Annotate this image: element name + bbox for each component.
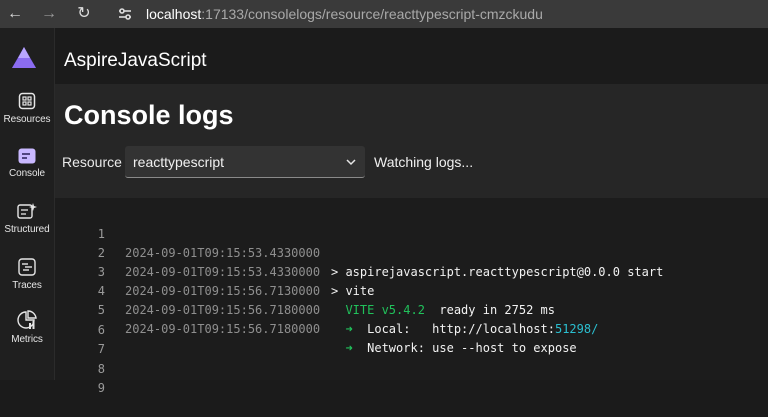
nav-item-structured[interactable]: Structured: [0, 202, 54, 235]
ready-text: ready in 2752 ms: [424, 303, 555, 317]
network-text: Network: use --host to expose: [352, 341, 577, 355]
line-number: 9: [97, 381, 105, 395]
nav-item-console[interactable]: Console: [0, 148, 54, 179]
app-title[interactable]: AspireJavaScript: [64, 50, 207, 72]
console-icon: [18, 148, 36, 164]
log-line: 9: [55, 360, 105, 395]
log-timestamp: 2024-09-01T09:15:56.7180000: [125, 322, 321, 336]
watching-status: Watching logs...: [374, 154, 474, 170]
nav-item-label: Console: [9, 168, 45, 179]
nav-item-traces[interactable]: Traces: [0, 258, 54, 291]
log-line: 1 2024-09-01T09:15:53.4330000 > aspireja…: [55, 206, 664, 279]
log-message: > aspirejavascript.reacttypescript@0.0.0…: [331, 265, 664, 279]
page-title: Console logs: [64, 100, 234, 130]
log-line: 4 2024-09-01T09:15:56.7180000 ➜ Local: h…: [55, 263, 599, 336]
forward-arrow-icon[interactable]: →: [38, 3, 60, 25]
log-message: > vite: [331, 284, 375, 298]
log-message: ➜ Network: use --host to expose: [331, 339, 577, 358]
chevron-down-icon: [346, 159, 356, 166]
log-line: 7: [55, 321, 105, 356]
port-number: 51298: [554, 322, 592, 336]
nav-item-label: Structured: [4, 224, 50, 235]
resource-select[interactable]: reacttypescript: [125, 146, 365, 178]
log-line: 6: [55, 302, 105, 337]
log-message: ➜ Local: http://localhost:51298/: [331, 320, 598, 339]
browser-toolbar: ← → ↻ localhost:17133/consolelogs/resour…: [0, 0, 768, 28]
site-settings-icon[interactable]: [116, 5, 134, 23]
log-timestamp: 2024-09-01T09:15:53.4330000: [125, 246, 321, 260]
url-host: localhost: [146, 6, 202, 22]
app-header: AspireJavaScript: [55, 28, 768, 84]
log-viewer[interactable]: 1 2024-09-01T09:15:53.4330000 > aspireja…: [55, 198, 768, 395]
log-line: 3 2024-09-01T09:15:56.7130000 VITE v5.4.…: [55, 244, 555, 317]
nav-item-label: Traces: [12, 280, 42, 291]
reload-icon[interactable]: ↻: [73, 3, 95, 25]
url-tail: /: [591, 322, 599, 336]
nav-rail: Resources Console Structured Traces Metr…: [0, 28, 55, 380]
arrow-icon: ➜: [345, 322, 353, 336]
local-text: Local: http://localhost:: [352, 322, 555, 336]
metrics-icon: [17, 310, 37, 329]
log-line: 5 2024-09-01T09:15:56.7180000 ➜ Network:…: [55, 282, 577, 355]
arrow-icon: ➜: [345, 341, 353, 355]
nav-item-resources[interactable]: Resources: [0, 92, 54, 125]
log-message: VITE v5.4.2 ready in 2752 ms: [331, 301, 555, 320]
traces-icon: [18, 258, 36, 276]
log-line: 8: [55, 341, 105, 376]
log-line: 2 2024-09-01T09:15:53.4330000 > vite: [55, 225, 375, 298]
structured-icon: [17, 203, 37, 219]
log-timestamp: 2024-09-01T09:15:56.7180000: [125, 303, 321, 317]
url-path: :17133/consolelogs/resource/reacttypescr…: [201, 6, 543, 22]
log-timestamp: 2024-09-01T09:15:53.4330000: [125, 265, 321, 279]
nav-item-label: Resources: [3, 114, 51, 125]
resources-icon: [18, 92, 36, 110]
aspire-logo-icon[interactable]: [11, 46, 37, 70]
address-bar[interactable]: localhost:17133/consolelogs/resource/rea…: [146, 4, 543, 24]
log-timestamp: 2024-09-01T09:15:56.7130000: [125, 284, 321, 298]
vite-version: VITE v5.4.2: [345, 303, 425, 317]
back-arrow-icon[interactable]: ←: [4, 3, 26, 25]
resource-select-value: reacttypescript: [133, 154, 225, 170]
resource-label: Resource: [62, 154, 122, 170]
nav-item-metrics[interactable]: Metrics: [0, 310, 54, 345]
nav-item-label: Metrics: [11, 334, 43, 345]
